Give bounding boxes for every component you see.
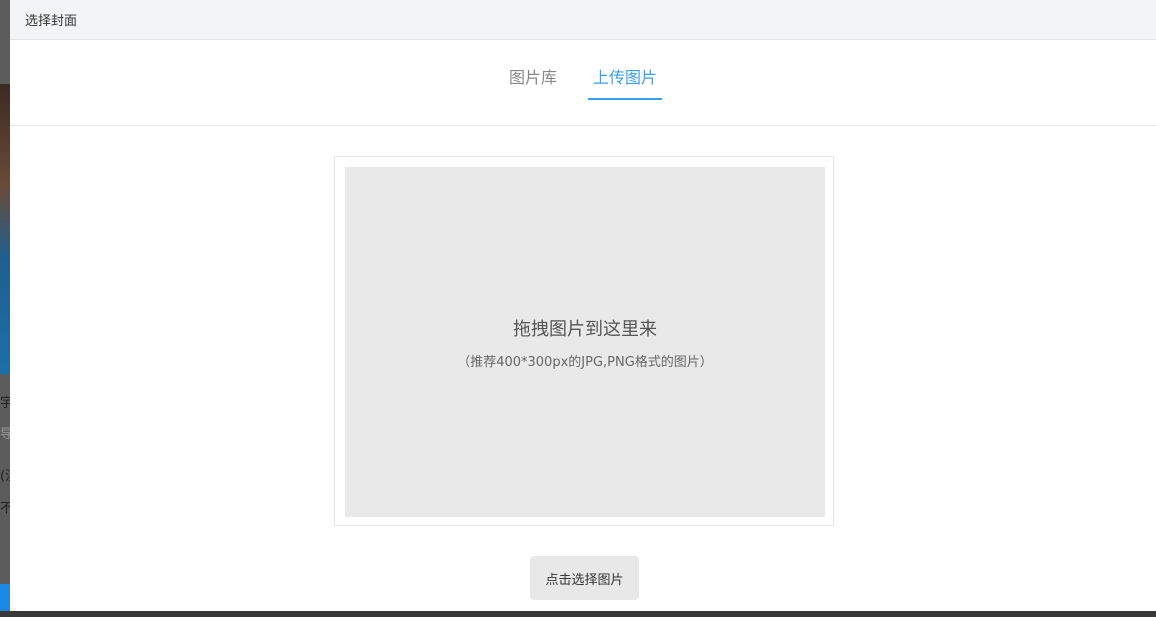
background-text: 宇 [0,396,10,411]
drop-zone-title: 拖拽图片到这里来 [513,318,657,340]
choose-image-button[interactable]: 点击选择图片 [530,556,639,600]
background-text: 不 [0,501,10,516]
drop-zone-hint: （推荐400*300px的JPG,PNG格式的图片） [457,354,713,370]
tab-bar: 图片库 上传图片 [10,40,1156,126]
background-text: 导 [0,427,10,442]
modal-header: 选择封面 [10,0,1156,40]
tab-image-library[interactable]: 图片库 [504,62,562,98]
tab-upload-image[interactable]: 上传图片 [588,62,663,100]
cover-select-modal: 选择封面 图片库 上传图片 拖拽图片到这里来 （推荐400*300px的JPG,… [10,0,1156,611]
upload-frame: 拖拽图片到这里来 （推荐400*300px的JPG,PNG格式的图片） [334,156,834,526]
drop-zone[interactable]: 拖拽图片到这里来 （推荐400*300px的JPG,PNG格式的图片） [345,167,825,517]
background-text: (注 [0,469,10,484]
modal-title: 选择封面 [25,14,78,29]
background-image [0,84,10,374]
background-footer [0,611,1156,617]
